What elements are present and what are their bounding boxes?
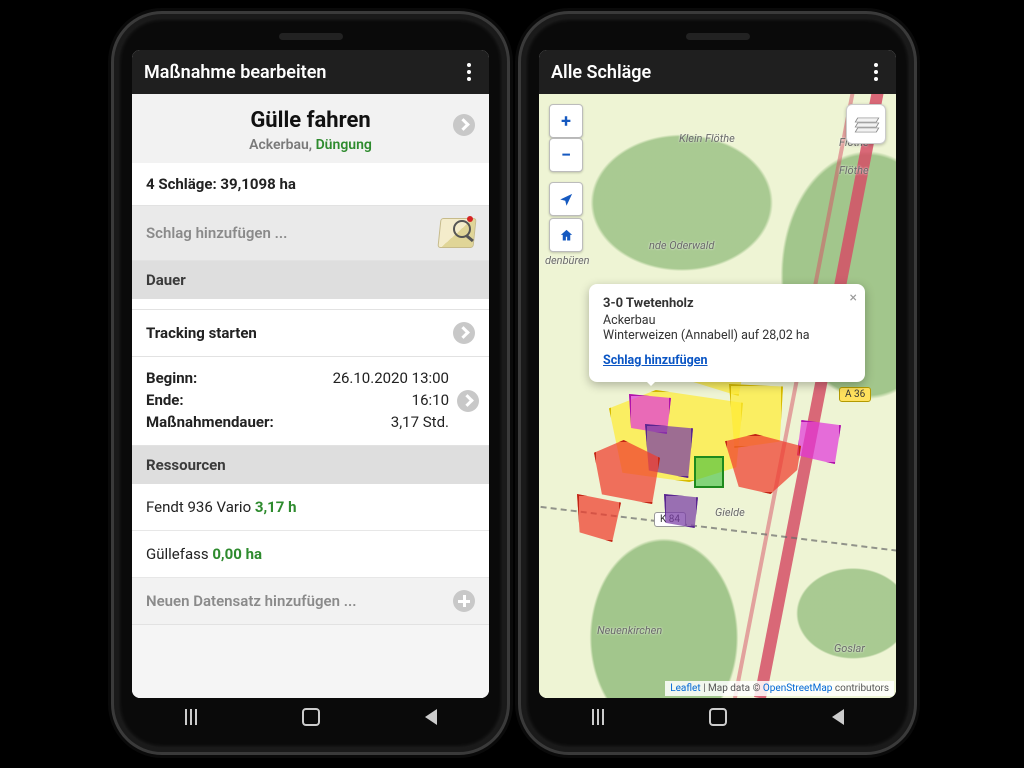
map-search-icon [439,218,475,248]
begin-value: 26.10.2020 13:00 [333,369,449,387]
phone-frame-right: Alle Schläge Klein Flöthe Flöthe Flöthe … [525,18,910,748]
layers-button[interactable] [846,104,886,144]
home-extent-button[interactable] [549,218,583,252]
section-resources: Ressourcen [132,446,489,484]
zoom-out-button[interactable]: − [549,138,583,172]
android-nav-bar [539,702,896,736]
measure-categories: Ackerbau, Düngung [142,137,479,153]
map-label-flothe-2: Flöthe [839,164,869,177]
locate-button[interactable] [549,182,583,216]
phone-frame-left: Maßnahme bearbeiten Gülle fahren Ackerba… [118,18,503,748]
duration-value: 3,17 Std. [391,413,449,431]
screen-left: Maßnahme bearbeiten Gülle fahren Ackerba… [132,50,489,698]
fields-summary-text: 4 Schläge: 39,1098 ha [146,175,296,193]
close-icon[interactable]: × [850,290,857,306]
add-field-row[interactable]: Schlag hinzufügen ... [132,206,489,261]
begin-key: Beginn: [146,369,197,387]
measure-header[interactable]: Gülle fahren Ackerbau, Düngung [132,94,489,163]
leaflet-link[interactable]: Leaflet [670,683,700,694]
section-duration: Dauer [132,261,489,299]
map-view[interactable]: Klein Flöthe Flöthe Flöthe nde Oderwald … [539,94,896,698]
measure-title: Gülle fahren [142,108,479,133]
popup-add-link[interactable]: Schlag hinzufügen [603,353,851,368]
resource-row-1[interactable]: Fendt 936 Vario 3,17 h [132,484,489,531]
popup-line1: Ackerbau [603,313,851,328]
resource-2-name: Güllefass [146,545,209,563]
screen-right: Alle Schläge Klein Flöthe Flöthe Flöthe … [539,50,896,698]
add-field-label: Schlag hinzufügen ... [146,224,287,242]
popup-title: 3-0 Twetenholz [603,296,851,311]
resource-1-name: Fendt 936 Vario [146,498,251,516]
back-button[interactable] [832,709,844,730]
recents-button[interactable] [185,709,197,730]
app-bar-title-right: Alle Schläge [551,62,651,83]
chevron-right-icon[interactable] [453,322,475,344]
back-button[interactable] [425,709,437,730]
map-label-klein-flothe: Klein Flöthe [679,132,735,145]
recents-button[interactable] [592,709,604,730]
map-attribution: Leaflet | Map data © OpenStreetMap contr… [665,681,894,696]
resource-2-value: 0,00 ha [212,545,262,563]
tracking-label: Tracking starten [146,324,257,342]
map-popup: × 3-0 Twetenholz Ackerbau Winterweizen (… [589,284,865,382]
home-button[interactable] [709,708,727,731]
popup-line2: Winterweizen (Annabell) auf 28,02 ha [603,328,851,343]
layers-icon [856,116,876,132]
plus-icon[interactable] [453,590,475,612]
map-label-denburen: denbüren [545,254,590,267]
end-key: Ende: [146,391,184,409]
chevron-right-icon[interactable] [457,390,479,412]
android-nav-bar [132,702,489,736]
map-label-oderwald: nde Oderwald [649,239,714,252]
overflow-menu-icon[interactable] [461,57,477,87]
chevron-right-icon[interactable] [453,114,475,136]
time-block[interactable]: Beginn: 26.10.2020 13:00 Ende: 16:10 Maß… [132,357,489,446]
resource-row-2[interactable]: Güllefass 0,00 ha [132,531,489,578]
road-badge-a36: A 36 [839,387,871,402]
field-polygon-green[interactable] [694,456,724,488]
end-value: 16:10 [412,391,449,409]
overflow-menu-icon[interactable] [868,57,884,87]
zoom-in-button[interactable]: + [549,104,583,138]
measure-editor-body: Gülle fahren Ackerbau, Düngung 4 Schläge… [132,94,489,698]
app-bar-left: Maßnahme bearbeiten [132,50,489,94]
home-button[interactable] [302,708,320,731]
field-polygon-purple-2[interactable] [664,494,698,528]
add-record-row[interactable]: Neuen Datensatz hinzufügen ... [132,578,489,625]
map-label-goslar: Goslar [834,642,865,655]
map-label-neuenkirchen: Neuenkirchen [597,624,662,637]
osm-link[interactable]: OpenStreetMap [763,683,833,694]
tracking-row[interactable]: Tracking starten [132,310,489,357]
fields-summary-row[interactable]: 4 Schläge: 39,1098 ha [132,163,489,206]
duration-key: Maßnahmendauer: [146,413,274,431]
app-bar-right: Alle Schläge [539,50,896,94]
app-bar-title-left: Maßnahme bearbeiten [144,62,326,83]
add-record-label: Neuen Datensatz hinzufügen ... [146,592,356,610]
resource-1-value: 3,17 h [255,498,297,516]
spacer [132,299,489,310]
map-label-gielde: Gielde [715,506,745,519]
